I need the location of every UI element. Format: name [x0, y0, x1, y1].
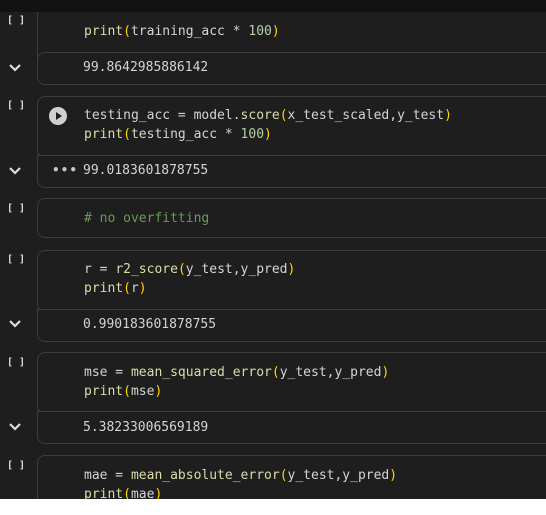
- execution-count: [ ]: [7, 203, 26, 214]
- bottom-bar: [0, 499, 546, 515]
- more-horizontal-icon[interactable]: •••: [52, 163, 78, 177]
- code-line: print(training_acc * 100): [84, 22, 280, 41]
- chevron-down-icon[interactable]: [8, 166, 22, 176]
- code-token: (: [123, 384, 131, 399]
- code-line: r = r2_score(y_test,y_pred): [84, 260, 295, 279]
- execution-count: [ ]: [7, 460, 26, 471]
- code-token: (: [271, 365, 280, 380]
- code-line: print(r): [84, 279, 295, 298]
- code-line: testing_acc = model.score(x_test_scaled,…: [84, 106, 452, 125]
- code-token: ): [138, 281, 147, 296]
- code-token: print: [84, 127, 124, 142]
- code-token: mae: [130, 487, 155, 499]
- code-editor[interactable]: # no overfitting: [84, 209, 209, 228]
- code-token: (: [177, 262, 186, 277]
- code-token: mean_squared_error: [130, 365, 272, 380]
- code-token: mae =: [84, 468, 131, 483]
- code-token: (: [279, 108, 288, 123]
- code-token: 100: [240, 127, 265, 142]
- code-token: ): [154, 384, 163, 399]
- code-token: r =: [84, 262, 116, 277]
- code-token: testing_acc *: [130, 127, 241, 142]
- code-token: (: [123, 281, 131, 296]
- run-button[interactable]: [49, 107, 67, 125]
- code-token: y_test,y_pred: [279, 365, 382, 380]
- code-token: r2_score: [115, 262, 178, 277]
- execution-count: [ ]: [7, 357, 26, 368]
- chevron-down-icon[interactable]: [8, 319, 22, 329]
- code-token: print: [84, 281, 124, 296]
- code-token: ): [271, 24, 280, 39]
- cell-output: 99.8642985886142: [83, 60, 209, 75]
- code-token: print: [84, 24, 124, 39]
- code-token: (: [123, 24, 131, 39]
- code-token: ): [381, 365, 390, 380]
- code-editor[interactable]: mae = mean_absolute_error(y_test,y_pred)…: [84, 466, 397, 499]
- code-line: print(mse): [84, 382, 389, 401]
- code-line: print(testing_acc * 100): [84, 125, 452, 144]
- code-token: x_test_scaled,y_test: [287, 108, 445, 123]
- code-token: ): [264, 127, 272, 142]
- cell-output: 5.38233006569189: [83, 420, 209, 435]
- code-line: print(mae): [84, 485, 397, 499]
- code-line: mse = mean_squared_error(y_test,y_pred): [84, 363, 389, 382]
- cell-output: 99.0183601878755: [83, 163, 209, 178]
- code-token: (: [123, 487, 131, 499]
- code-token: y_test,y_pred: [185, 262, 288, 277]
- code-editor[interactable]: testing_acc = model.score(x_test_scaled,…: [84, 106, 452, 144]
- play-icon: [56, 112, 62, 120]
- chevron-down-icon[interactable]: [8, 422, 22, 432]
- code-editor[interactable]: print(training_acc * 100): [84, 22, 280, 41]
- code-editor[interactable]: mse = mean_squared_error(y_test,y_pred) p…: [84, 363, 389, 401]
- code-token: ): [287, 262, 296, 277]
- code-token: # no overfitting: [84, 211, 210, 226]
- execution-count: [ ]: [7, 100, 26, 111]
- code-token: print: [84, 384, 124, 399]
- code-token: ): [389, 468, 398, 483]
- execution-count: [ ]: [7, 254, 26, 265]
- code-token: r: [130, 281, 139, 296]
- code-line: mae = mean_absolute_error(y_test,y_pred): [84, 466, 397, 485]
- code-token: 100: [248, 24, 272, 39]
- code-token: mean_absolute_error: [130, 468, 280, 483]
- code-token: (: [123, 127, 131, 142]
- code-line: # no overfitting: [84, 209, 209, 228]
- code-token: testing_acc = model.: [84, 108, 241, 123]
- code-token: (: [279, 468, 288, 483]
- code-token: score: [240, 108, 280, 123]
- code-editor[interactable]: r = r2_score(y_test,y_pred) print(r): [84, 260, 295, 298]
- cell-output: 0.990183601878755: [83, 317, 217, 332]
- chevron-down-icon[interactable]: [8, 63, 22, 73]
- code-token: print: [84, 487, 124, 499]
- code-token: mse: [130, 384, 155, 399]
- code-token: ): [154, 487, 163, 499]
- notebook-area: [ ] print(training_acc * 100) 99.8642985…: [0, 12, 546, 499]
- code-token: mse =: [84, 365, 131, 380]
- execution-count: [ ]: [7, 15, 26, 26]
- code-token: y_test,y_pred: [287, 468, 390, 483]
- code-token: ): [444, 108, 452, 123]
- code-token: training_acc *: [130, 24, 249, 39]
